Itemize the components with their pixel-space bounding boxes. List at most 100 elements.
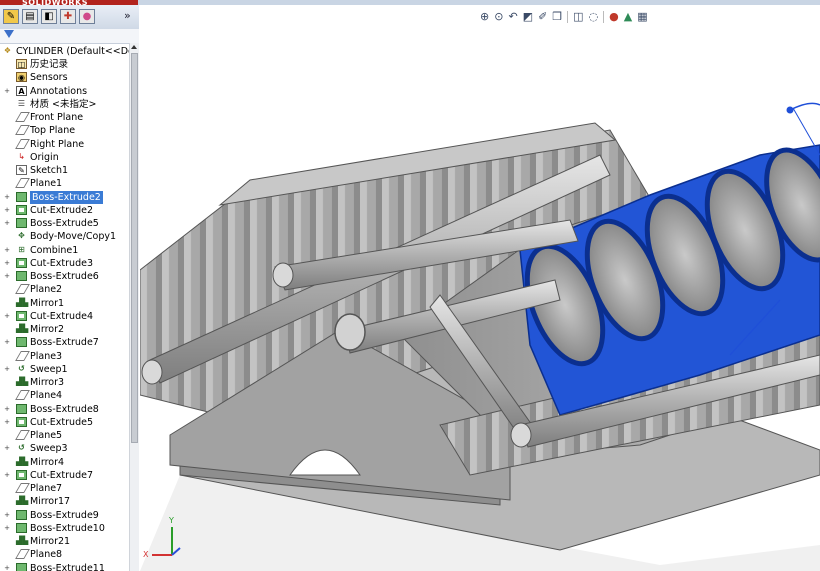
- tree-item-label: Cut-Extrude4: [30, 310, 94, 322]
- expand-toggle-icon[interactable]: +: [4, 445, 10, 452]
- display-style-icon[interactable]: ◫: [573, 10, 583, 24]
- arc-handle-point[interactable]: [786, 106, 794, 114]
- tree-item[interactable]: + Boss-Extrude11: [0, 562, 129, 571]
- tree-item[interactable]: Plane3: [0, 350, 129, 363]
- tree-line-icon: [4, 459, 10, 465]
- expand-toggle-icon[interactable]: +: [4, 471, 10, 478]
- tree-item-label: Boss-Extrude10: [30, 522, 105, 534]
- tree-item[interactable]: + Cut-Extrude3: [0, 257, 129, 270]
- section-view-icon[interactable]: ◩: [523, 10, 533, 24]
- boss-extrude-icon: [16, 562, 27, 571]
- tab-feature-manager[interactable]: ✎: [3, 9, 19, 24]
- expand-toggle-icon[interactable]: +: [4, 511, 10, 518]
- tree-item[interactable]: + Boss-Extrude5: [0, 217, 129, 230]
- dimxpert-icon: ✚: [63, 11, 73, 22]
- tree-item[interactable]: ▟▙ Mirror1: [0, 297, 129, 310]
- expand-toggle-icon[interactable]: +: [4, 405, 10, 412]
- tree-item[interactable]: + Boss-Extrude6: [0, 270, 129, 283]
- view-settings-icon[interactable]: ▦: [637, 10, 647, 24]
- tree-item-label: Mirror17: [30, 496, 71, 508]
- tree-item[interactable]: ◉ Sensors: [0, 71, 129, 84]
- expand-toggle-icon[interactable]: +: [4, 339, 10, 346]
- expand-toggle-icon[interactable]: +: [4, 246, 10, 253]
- filter-icon[interactable]: [4, 30, 14, 38]
- expand-toggle-icon[interactable]: +: [4, 259, 10, 266]
- tree-scrollbar[interactable]: [129, 43, 139, 571]
- scroll-up-arrow-icon[interactable]: [131, 45, 137, 49]
- tree-item[interactable]: ▟▙ Mirror21: [0, 535, 129, 548]
- tree-item[interactable]: ▟▙ Mirror3: [0, 376, 129, 389]
- tree-item-label: Mirror2: [30, 324, 65, 335]
- scrollbar-thumb[interactable]: [131, 53, 138, 443]
- apply-scene-icon[interactable]: ▲: [624, 10, 632, 24]
- edit-appearance-icon[interactable]: ●: [609, 10, 619, 24]
- tree-item[interactable]: Plane7: [0, 482, 129, 495]
- tree-item[interactable]: ◫ 历史记录: [0, 58, 129, 71]
- tree-item[interactable]: Plane8: [0, 548, 129, 561]
- tree-item[interactable]: + Cut-Extrude2: [0, 204, 129, 217]
- tree-item[interactable]: Right Plane: [0, 138, 129, 151]
- expand-toggle-icon[interactable]: +: [4, 87, 10, 94]
- tree-item[interactable]: + Boss-Extrude2: [0, 190, 129, 204]
- tree-item-label: Annotations: [30, 85, 88, 97]
- expand-toggle-icon[interactable]: +: [4, 564, 10, 571]
- tree-item[interactable]: ▟▙ Mirror17: [0, 495, 129, 508]
- tree-line-icon: [4, 498, 10, 504]
- expand-toggle-icon[interactable]: +: [4, 220, 10, 227]
- tree-item[interactable]: + ↺ Sweep3: [0, 442, 129, 455]
- expand-toggle-icon[interactable]: +: [4, 206, 10, 213]
- dynamic-annotation-icon[interactable]: ✐: [538, 10, 547, 24]
- tree-root[interactable]: ❖ CYLINDER (Default<<Def: [0, 45, 129, 58]
- tree-item[interactable]: ✥ Body-Move/Copy1: [0, 230, 129, 243]
- graphics-area[interactable]: ⊕ ⊙ ↶ ◩ ✐ ❒ ◫ ◌ ● ▲ ▦ Y X: [140, 5, 820, 571]
- tree-line-icon: [4, 127, 10, 133]
- tree-item[interactable]: Plane1: [0, 177, 129, 190]
- tree-item[interactable]: Front Plane: [0, 111, 129, 124]
- tree-item[interactable]: Plane2: [0, 283, 129, 296]
- tab-property-manager[interactable]: ▤: [22, 9, 38, 24]
- tree-line-icon: [4, 180, 10, 186]
- tree-item-label: Sweep3: [30, 443, 68, 455]
- tree-item[interactable]: + Boss-Extrude7: [0, 336, 129, 349]
- tree-item[interactable]: + Boss-Extrude10: [0, 522, 129, 535]
- tree-item-label: Right Plane: [30, 138, 85, 150]
- tree-item[interactable]: + Boss-Extrude9: [0, 509, 129, 522]
- tab-display-manager[interactable]: ●: [79, 9, 95, 24]
- expand-toggle-icon[interactable]: +: [4, 193, 10, 200]
- tree-item[interactable]: ↳ Origin: [0, 151, 129, 164]
- expand-toggle-icon[interactable]: +: [4, 418, 10, 425]
- tree-item-label: Plane3: [30, 350, 63, 362]
- tree-item[interactable]: Plane4: [0, 389, 129, 402]
- tab-configuration-manager[interactable]: ◧: [41, 9, 57, 24]
- tab-dimxpert-manager[interactable]: ✚: [60, 9, 76, 24]
- tree-item[interactable]: + Cut-Extrude7: [0, 469, 129, 482]
- zoom-to-fit-icon[interactable]: ⊕: [480, 10, 489, 24]
- tree-item[interactable]: + Cut-Extrude4: [0, 310, 129, 323]
- tree-item[interactable]: ▟▙ Mirror4: [0, 456, 129, 469]
- previous-view-icon[interactable]: ↶: [508, 10, 517, 24]
- tree-item[interactable]: + Cut-Extrude5: [0, 416, 129, 429]
- tree-item[interactable]: + ↺ Sweep1: [0, 363, 129, 376]
- expand-panel-button[interactable]: »: [124, 9, 131, 22]
- tree-item[interactable]: + Boss-Extrude8: [0, 403, 129, 416]
- tree-item[interactable]: + A Annotations: [0, 85, 129, 98]
- tree-line-icon: [4, 300, 10, 306]
- tree-line-icon: [4, 141, 10, 147]
- tree-item[interactable]: ☰ 材质 <未指定>: [0, 98, 129, 111]
- tree-item[interactable]: Plane5: [0, 429, 129, 442]
- expand-toggle-icon[interactable]: +: [4, 312, 10, 319]
- expand-toggle-icon[interactable]: +: [4, 273, 10, 280]
- cylinder-block-model[interactable]: [140, 5, 820, 571]
- zoom-to-area-icon[interactable]: ⊙: [494, 10, 503, 24]
- tree-item[interactable]: ▟▙ Mirror2: [0, 323, 129, 336]
- expand-toggle-icon[interactable]: +: [4, 524, 10, 531]
- tree-line-icon: [4, 326, 10, 332]
- tree-item[interactable]: Top Plane: [0, 124, 129, 137]
- tree-item[interactable]: ✎ Sketch1: [0, 164, 129, 177]
- expand-toggle-icon[interactable]: +: [4, 365, 10, 372]
- plane-icon: [15, 483, 30, 493]
- cut-extrude-icon: [16, 257, 27, 268]
- hide-show-items-icon[interactable]: ◌: [589, 10, 599, 24]
- view-orientation-icon[interactable]: ❒: [552, 10, 562, 24]
- tree-item[interactable]: + ⊞ Combine1: [0, 244, 129, 257]
